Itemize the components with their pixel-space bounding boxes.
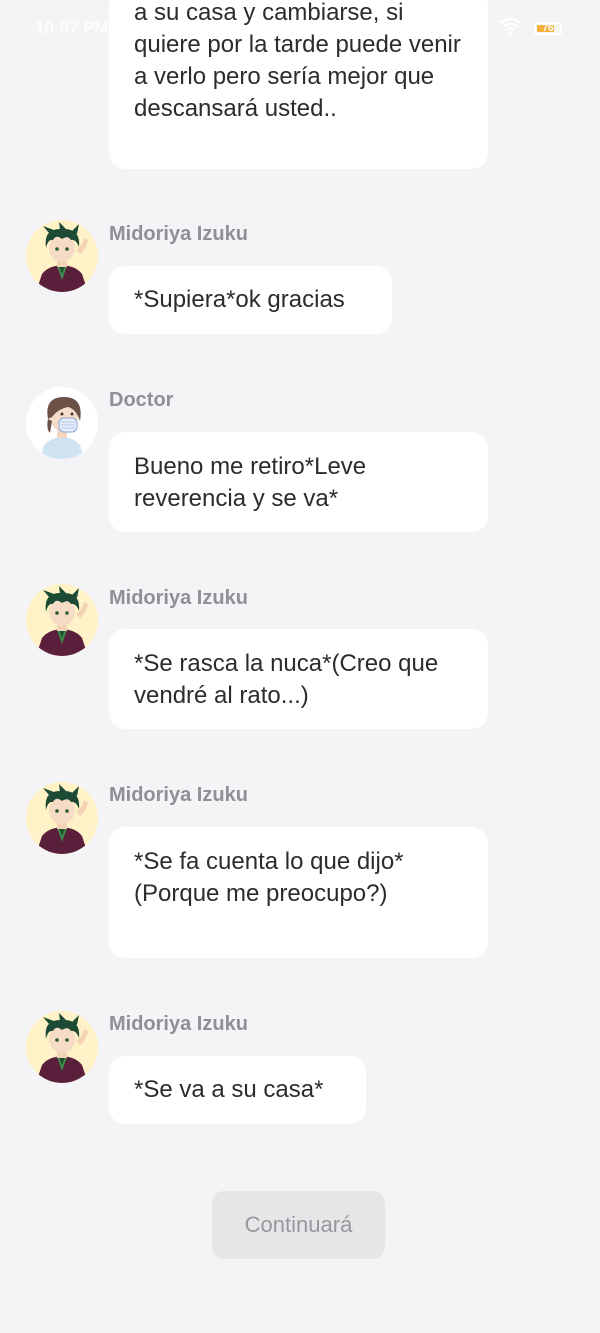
message-text: *Se rasca la nuca*(Creo que vendré al ra… [134, 650, 439, 709]
continue-button[interactable]: Continuará [212, 1191, 385, 1259]
battery-level: 76 [542, 23, 554, 34]
message-bubble: *Se fa cuenta lo que dijo*(Porque me pre… [109, 827, 488, 958]
message-text: Bueno me retiro*Leve reverencia y se va* [134, 453, 367, 512]
sender-name: Midoriya Izuku [109, 784, 248, 806]
avatar-midoriya[interactable] [26, 1011, 98, 1083]
message-bubble: *Se rasca la nuca*(Creo que vendré al ra… [109, 629, 488, 729]
sender-name: Midoriya Izuku [109, 1013, 248, 1035]
message-bubble: Bueno me retiro*Leve reverencia y se va* [109, 432, 488, 532]
sender-name: Midoriya Izuku [109, 223, 248, 245]
status-time: 10:07 PM [35, 18, 109, 37]
wifi-icon [499, 18, 521, 35]
message-bubble: *Supiera*ok gracias [109, 266, 392, 334]
avatar-midoriya[interactable] [26, 220, 98, 292]
battery-icon: 76 [534, 22, 562, 35]
message-text: *Se fa cuenta lo que dijo*(Porque me pre… [134, 848, 404, 907]
avatar-midoriya[interactable] [26, 782, 98, 854]
avatar-midoriya[interactable] [26, 584, 98, 656]
avatar-doctor[interactable] [26, 387, 98, 459]
message-bubble: *Se va a su casa* [109, 1056, 366, 1124]
message-text: *Se va a su casa* [134, 1076, 324, 1103]
status-bar: 10:07 PM 76 [0, 0, 600, 58]
sender-name: Midoriya Izuku [109, 587, 248, 609]
sender-name: Doctor [109, 389, 174, 411]
message-text: *Supiera*ok gracias [134, 286, 345, 313]
